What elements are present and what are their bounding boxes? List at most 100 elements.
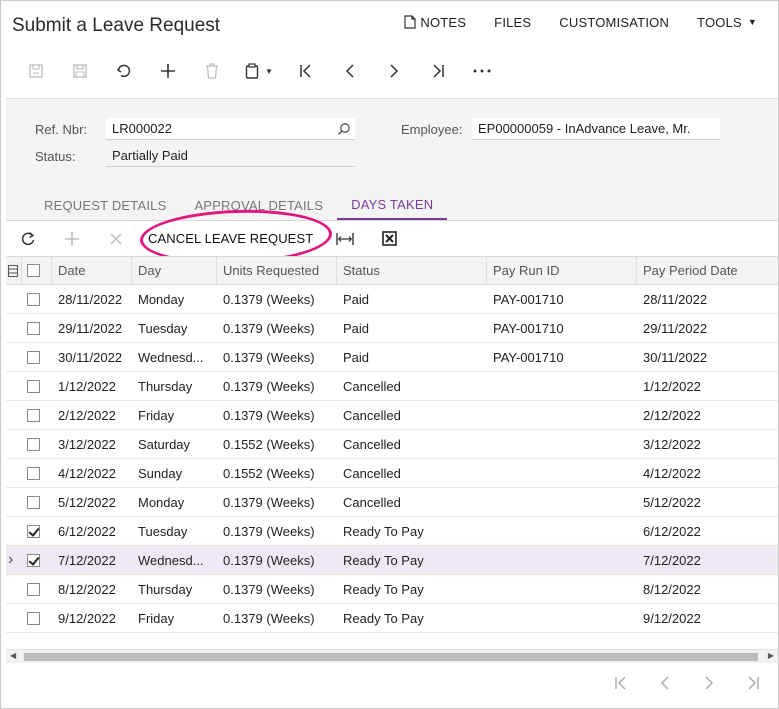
pay-run-id-cell[interactable] bbox=[487, 401, 637, 429]
column-header-units-requested[interactable]: Units Requested bbox=[217, 257, 337, 284]
pay-period-date-cell[interactable]: 6/12/2022 bbox=[637, 517, 778, 545]
row-checkbox[interactable] bbox=[27, 611, 40, 625]
status-cell[interactable]: Ready To Pay bbox=[337, 517, 487, 545]
date-cell[interactable]: 8/12/2022 bbox=[52, 575, 132, 603]
scroll-right-icon[interactable]: ▶ bbox=[768, 651, 774, 660]
date-cell[interactable]: 28/11/2022 bbox=[52, 285, 132, 313]
date-cell[interactable]: 7/12/2022 bbox=[52, 546, 132, 574]
day-cell[interactable]: Thursday bbox=[132, 575, 217, 603]
units-requested-cell[interactable]: 0.1379 (Weeks) bbox=[217, 401, 337, 429]
next-record-button[interactable] bbox=[372, 58, 416, 84]
notes-button[interactable]: NOTES bbox=[390, 14, 480, 30]
day-cell[interactable]: Monday bbox=[132, 488, 217, 516]
pay-period-date-cell[interactable]: 30/11/2022 bbox=[637, 343, 778, 371]
units-requested-cell[interactable]: 0.1379 (Weeks) bbox=[217, 604, 337, 632]
delete-button[interactable] bbox=[190, 58, 234, 84]
status-cell[interactable]: Paid bbox=[337, 343, 487, 371]
scrollbar-thumb[interactable] bbox=[24, 653, 758, 661]
date-cell[interactable]: 30/11/2022 bbox=[52, 343, 132, 371]
column-header-date[interactable]: Date bbox=[52, 257, 132, 284]
pay-period-date-cell[interactable]: 5/12/2022 bbox=[637, 488, 778, 516]
delete-row-button[interactable] bbox=[94, 224, 138, 254]
previous-record-button[interactable] bbox=[328, 58, 372, 84]
pay-run-id-cell[interactable] bbox=[487, 604, 637, 632]
row-checkbox-cell[interactable] bbox=[22, 314, 52, 342]
day-cell[interactable]: Tuesday bbox=[132, 517, 217, 545]
next-page-button[interactable] bbox=[687, 672, 731, 694]
date-cell[interactable]: 4/12/2022 bbox=[52, 459, 132, 487]
row-checkbox-cell[interactable] bbox=[22, 343, 52, 371]
pay-run-id-cell[interactable] bbox=[487, 459, 637, 487]
pay-run-id-cell[interactable] bbox=[487, 488, 637, 516]
date-cell[interactable]: 3/12/2022 bbox=[52, 430, 132, 458]
units-requested-cell[interactable]: 0.1379 (Weeks) bbox=[217, 546, 337, 574]
day-cell[interactable]: Thursday bbox=[132, 372, 217, 400]
day-cell[interactable]: Saturday bbox=[132, 430, 217, 458]
table-row[interactable]: 4/12/2022 Sunday 0.1552 (Weeks) Cancelled 4/… bbox=[6, 459, 778, 488]
row-checkbox[interactable] bbox=[27, 524, 40, 538]
customisation-button[interactable]: CUSTOMISATION bbox=[545, 14, 683, 30]
date-cell[interactable]: 1/12/2022 bbox=[52, 372, 132, 400]
save-button[interactable] bbox=[58, 58, 102, 84]
row-checkbox-cell[interactable] bbox=[22, 430, 52, 458]
last-page-button[interactable] bbox=[731, 672, 775, 694]
pay-period-date-cell[interactable]: 2/12/2022 bbox=[637, 401, 778, 429]
pay-period-date-cell[interactable]: 9/12/2022 bbox=[637, 604, 778, 632]
day-cell[interactable]: Wednesd... bbox=[132, 343, 217, 371]
status-cell[interactable]: Cancelled bbox=[337, 372, 487, 400]
previous-page-button[interactable] bbox=[643, 672, 687, 694]
tab-approval-details[interactable]: APPROVAL DETAILS bbox=[180, 190, 337, 220]
row-checkbox-cell[interactable] bbox=[22, 575, 52, 603]
export-excel-button[interactable] bbox=[367, 224, 411, 254]
table-row[interactable]: 6/12/2022 Tuesday 0.1379 (Weeks) Ready To P… bbox=[6, 517, 778, 546]
row-checkbox[interactable] bbox=[27, 379, 40, 393]
pay-period-date-cell[interactable]: 3/12/2022 bbox=[637, 430, 778, 458]
tab-request-details[interactable]: REQUEST DETAILS bbox=[30, 190, 180, 220]
units-requested-cell[interactable]: 0.1379 (Weeks) bbox=[217, 372, 337, 400]
pay-run-id-cell[interactable] bbox=[487, 575, 637, 603]
row-settings-column[interactable] bbox=[6, 257, 22, 284]
row-checkbox[interactable] bbox=[27, 408, 40, 422]
row-checkbox[interactable] bbox=[27, 321, 40, 335]
units-requested-cell[interactable]: 0.1552 (Weeks) bbox=[217, 430, 337, 458]
undo-button[interactable] bbox=[102, 58, 146, 84]
table-row[interactable]: 5/12/2022 Monday 0.1379 (Weeks) Cancelled 5/… bbox=[6, 488, 778, 517]
row-checkbox[interactable] bbox=[27, 350, 40, 364]
row-checkbox-cell[interactable] bbox=[22, 459, 52, 487]
refresh-button[interactable] bbox=[6, 224, 50, 254]
units-requested-cell[interactable]: 0.1379 (Weeks) bbox=[217, 285, 337, 313]
pay-run-id-cell[interactable]: PAY-001710 bbox=[487, 285, 637, 313]
row-checkbox-cell[interactable] bbox=[22, 401, 52, 429]
table-row[interactable]: 8/12/2022 Thursday 0.1379 (Weeks) Ready To … bbox=[6, 575, 778, 604]
employee-field[interactable]: EP00000059 - InAdvance Leave, Mr. bbox=[472, 118, 720, 140]
table-row[interactable]: 29/11/2022 Tuesday 0.1379 (Weeks) Paid PAY-0… bbox=[6, 314, 778, 343]
day-cell[interactable]: Tuesday bbox=[132, 314, 217, 342]
date-cell[interactable]: 9/12/2022 bbox=[52, 604, 132, 632]
units-requested-cell[interactable]: 0.1379 (Weeks) bbox=[217, 343, 337, 371]
table-row[interactable]: › 7/12/2022 Wednesd... 0.1379 (Weeks) Ready … bbox=[6, 546, 778, 575]
pay-period-date-cell[interactable]: 7/12/2022 bbox=[637, 546, 778, 574]
row-checkbox[interactable] bbox=[27, 582, 40, 596]
status-cell[interactable]: Ready To Pay bbox=[337, 546, 487, 574]
table-row[interactable]: 9/12/2022 Friday 0.1379 (Weeks) Ready To Pa… bbox=[6, 604, 778, 633]
tab-days-taken[interactable]: DAYS TAKEN bbox=[337, 190, 448, 220]
status-cell[interactable]: Cancelled bbox=[337, 401, 487, 429]
column-header-pay-run-id[interactable]: Pay Run ID bbox=[487, 257, 637, 284]
pay-period-date-cell[interactable]: 1/12/2022 bbox=[637, 372, 778, 400]
row-checkbox[interactable] bbox=[27, 495, 40, 509]
day-cell[interactable]: Friday bbox=[132, 401, 217, 429]
day-cell[interactable]: Sunday bbox=[132, 459, 217, 487]
pay-period-date-cell[interactable]: 4/12/2022 bbox=[637, 459, 778, 487]
more-actions-button[interactable] bbox=[460, 58, 504, 84]
horizontal-scrollbar[interactable]: ◀ ▶ bbox=[6, 649, 778, 663]
cancel-leave-request-button[interactable]: CANCEL LEAVE REQUEST bbox=[140, 224, 321, 254]
status-cell[interactable]: Ready To Pay bbox=[337, 604, 487, 632]
status-cell[interactable]: Paid bbox=[337, 314, 487, 342]
add-button[interactable] bbox=[146, 58, 190, 84]
row-checkbox[interactable] bbox=[27, 437, 40, 451]
units-requested-cell[interactable]: 0.1379 (Weeks) bbox=[217, 314, 337, 342]
pay-run-id-cell[interactable] bbox=[487, 430, 637, 458]
row-checkbox-cell[interactable] bbox=[22, 285, 52, 313]
select-all-checkbox[interactable] bbox=[27, 264, 40, 277]
pay-period-date-cell[interactable]: 29/11/2022 bbox=[637, 314, 778, 342]
